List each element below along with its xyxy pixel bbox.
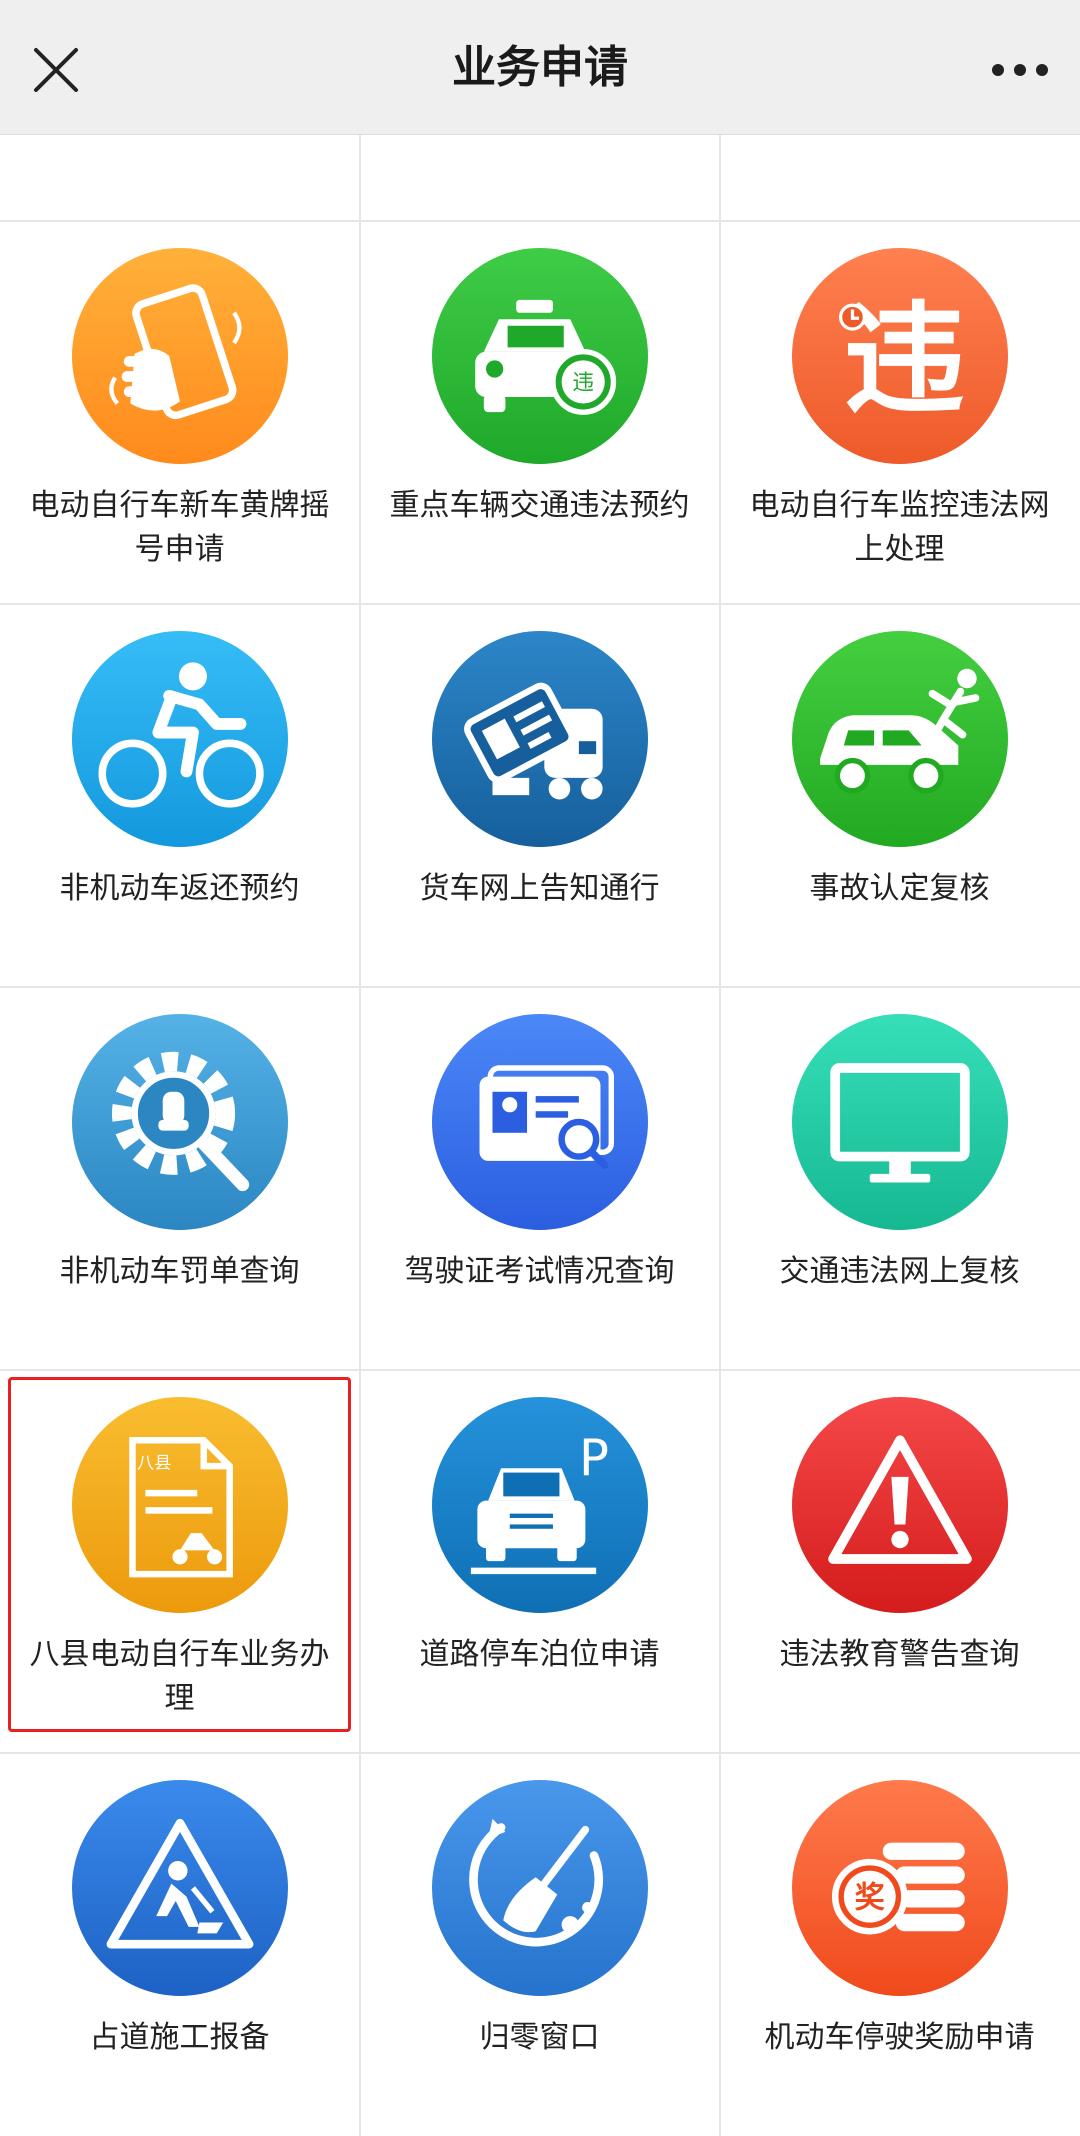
service-label: 机动车停驶奖励申请	[764, 2020, 1035, 2055]
truck-card-icon	[432, 631, 648, 847]
service-label: 非机动车返还预约	[59, 871, 300, 906]
service-label: 违法教育警告查询	[779, 1637, 1020, 1672]
service-label: 货车网上告知通行	[419, 871, 660, 906]
violation-char-icon: 违	[792, 248, 1008, 464]
service-ev-plate-lottery[interactable]: 电动自行车新车黄牌摇号申请	[0, 222, 359, 603]
service-education-warning-query[interactable]: 违法教育警告查询	[720, 1371, 1079, 1752]
page-title: 业务申请	[452, 42, 628, 93]
service-nonmotor-return[interactable]: 非机动车返还预约	[0, 605, 359, 986]
taxi-violation-icon: 违	[432, 248, 648, 464]
service-label: 占道施工报备	[89, 2020, 270, 2055]
service-license-exam-query[interactable]: 驾驶证考试情况查询	[360, 988, 719, 1369]
service-label: 驾驶证考试情况查询	[404, 1254, 675, 1289]
service-label: 道路停车泊位申请	[419, 1637, 660, 1672]
service-label: 重点车辆交通违法预约	[389, 488, 690, 523]
service-violation-online-review[interactable]: 交通违法网上复核	[720, 988, 1079, 1369]
service-label: 交通违法网上复核	[779, 1254, 1020, 1289]
service-label: 归零窗口	[479, 2020, 600, 2055]
service-label: 八县电动自行车业务办理	[29, 1637, 330, 1716]
service-parking-space-apply[interactable]: P 道路停车泊位申请	[360, 1371, 719, 1752]
document-scooter-icon: 八县	[72, 1397, 288, 1613]
gear-search-icon	[72, 1014, 288, 1230]
service-baxian-ev-business[interactable]: 八县 八县电动自行车业务办理	[0, 1371, 359, 1752]
cyclist-icon	[72, 631, 288, 847]
parking-car-icon: P	[432, 1397, 648, 1613]
service-label: 电动自行车监控违法网上处理	[749, 488, 1050, 567]
service-zero-window[interactable]: 归零窗口	[360, 1754, 719, 2135]
more-button[interactable]	[988, 50, 1052, 90]
service-roadwork-filing[interactable]: 占道施工报备	[0, 1754, 359, 2135]
broom-reset-icon	[432, 1780, 648, 1996]
service-accident-review[interactable]: 事故认定复核	[720, 605, 1079, 986]
car-accident-icon	[792, 631, 1008, 847]
warning-triangle-icon	[792, 1397, 1008, 1613]
svg-text:八县: 八县	[137, 1453, 172, 1473]
service-label: 电动自行车新车黄牌摇号申请	[29, 488, 330, 567]
top-bar: 业务申请	[0, 0, 1080, 135]
service-label: 非机动车罚单查询	[59, 1254, 300, 1289]
svg-text:P: P	[579, 1429, 609, 1487]
service-grid: 电动自行车新车黄牌摇号申请 违 重点车辆交通违法预约 违 电动自行车监控违法网上…	[0, 135, 1080, 2136]
svg-text:奖: 奖	[855, 1880, 886, 1915]
service-label: 事故认定复核	[809, 871, 990, 906]
license-search-icon	[432, 1014, 648, 1230]
svg-text:违: 违	[572, 370, 594, 395]
service-key-vehicle-appointment[interactable]: 违 重点车辆交通违法预约	[360, 222, 719, 603]
road-work-icon	[72, 1780, 288, 1996]
service-truck-pass-notice[interactable]: 货车网上告知通行	[360, 605, 719, 986]
more-dots-icon	[992, 64, 1048, 76]
service-parking-reward-apply[interactable]: 奖 机动车停驶奖励申请	[720, 1754, 1079, 2135]
monitor-icon	[792, 1014, 1008, 1230]
service-ev-monitor-violation[interactable]: 违 电动自行车监控违法网上处理	[720, 222, 1079, 603]
reward-coins-icon: 奖	[792, 1780, 1008, 1996]
phone-hand-icon	[72, 248, 288, 464]
service-nonmotor-ticket-query[interactable]: 非机动车罚单查询	[0, 988, 359, 1369]
